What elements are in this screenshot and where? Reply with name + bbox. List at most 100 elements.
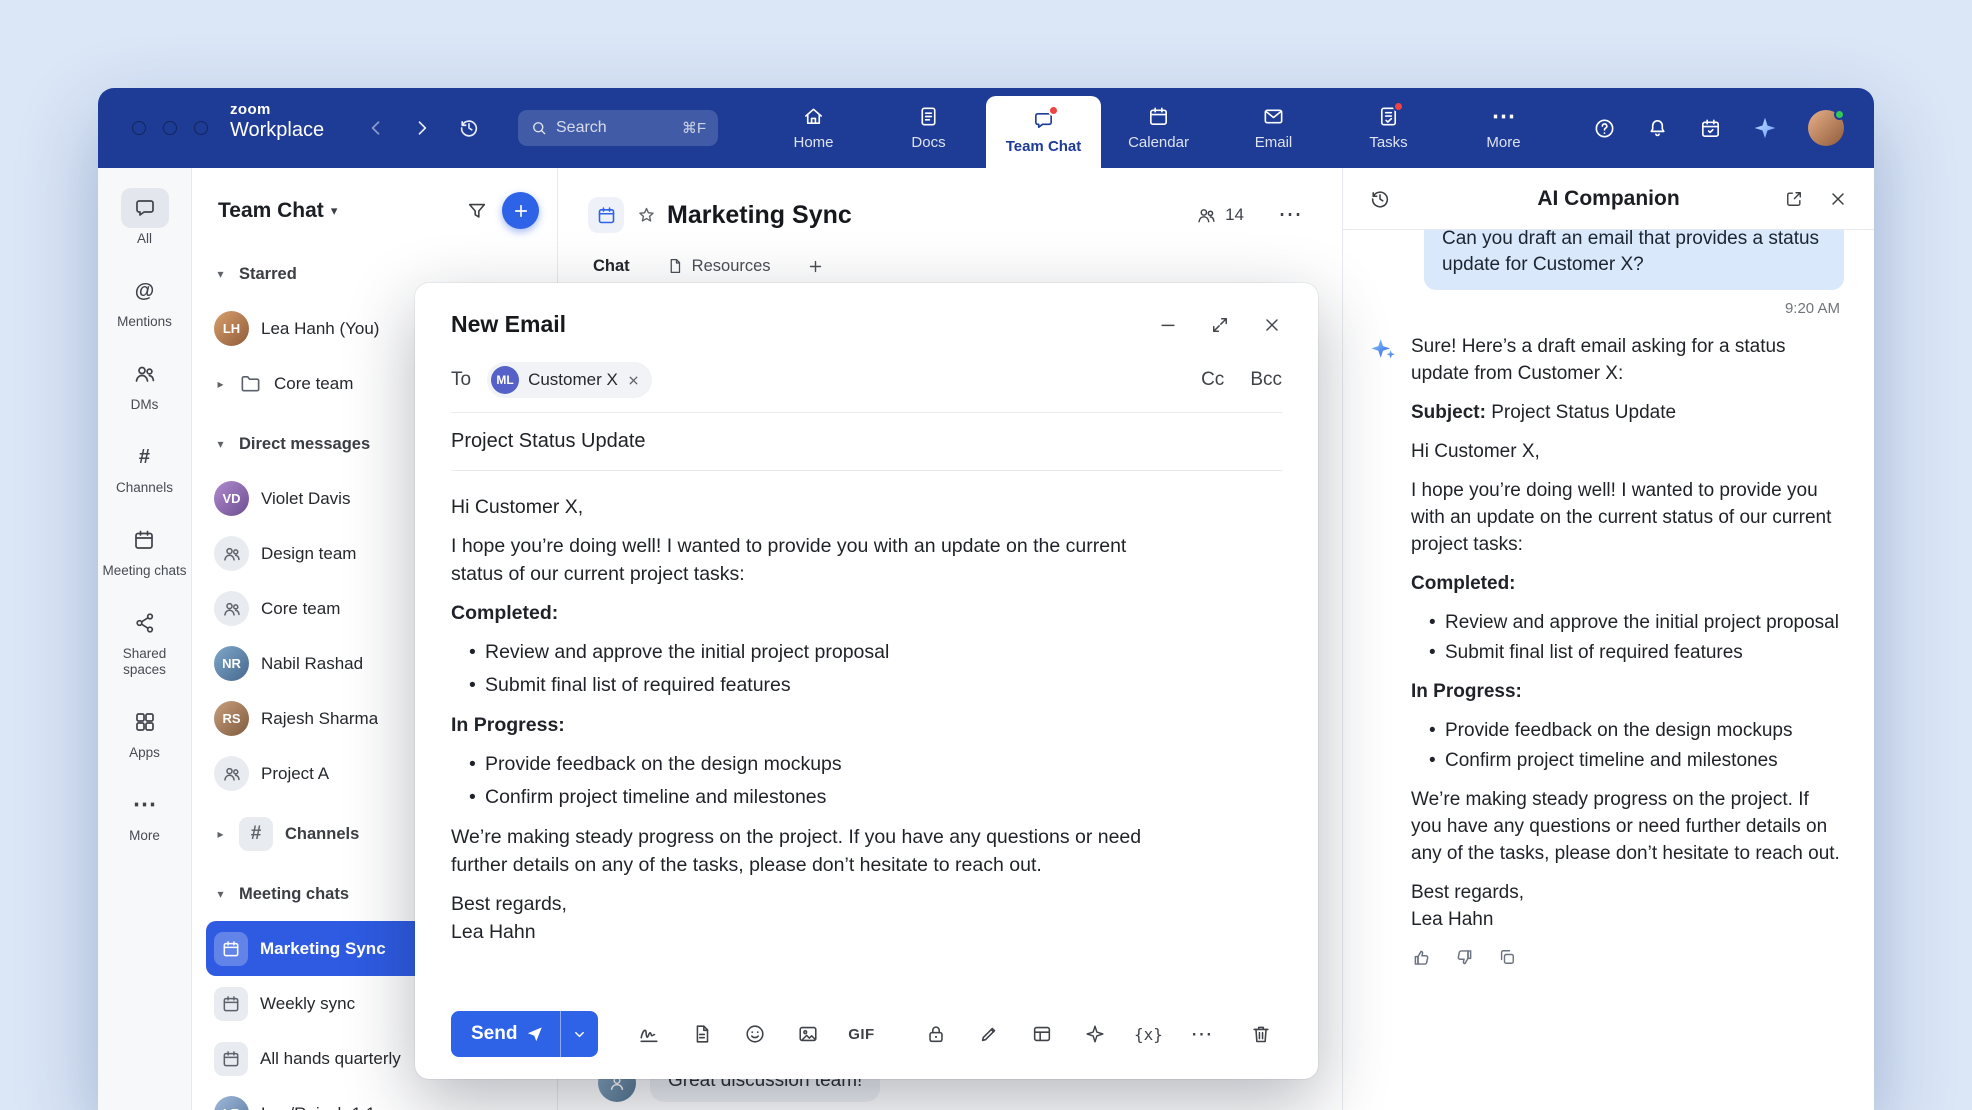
- layout-icon[interactable]: [1021, 1013, 1063, 1055]
- ai-conversation-scroll[interactable]: Can you draft an email that provides a s…: [1343, 230, 1874, 1110]
- help-icon[interactable]: [1593, 117, 1616, 140]
- ai-close-icon[interactable]: [1828, 189, 1848, 209]
- notifications-icon[interactable]: [1646, 117, 1669, 140]
- copy-icon[interactable]: [1497, 947, 1517, 968]
- chevron-down-icon: ▾: [214, 437, 227, 451]
- recipient-avatar: ML: [491, 366, 519, 394]
- lock-icon[interactable]: [915, 1013, 957, 1055]
- ai-companion-icon[interactable]: [1752, 115, 1778, 141]
- body-signoff: Best regards, Lea Hahn: [451, 890, 1151, 946]
- pencil-icon[interactable]: [968, 1013, 1010, 1055]
- cc-button[interactable]: Cc: [1201, 369, 1224, 391]
- recipient-chip[interactable]: ML Customer X: [487, 362, 652, 398]
- home-icon: [802, 105, 825, 129]
- history-nav: [366, 88, 480, 168]
- window-close-button[interactable]: [132, 121, 146, 135]
- composer-header: New Email: [415, 283, 1318, 338]
- folder-icon: [239, 372, 262, 395]
- left-rail: All @ Mentions DMs # Channels Meeting: [98, 168, 192, 1110]
- docs-icon: [917, 105, 940, 129]
- rail-item-apps[interactable]: Apps: [121, 702, 169, 761]
- ai-panel-header: AI Companion: [1343, 168, 1874, 230]
- nav-tab-calendar[interactable]: Calendar: [1101, 88, 1216, 168]
- members-button[interactable]: 14: [1196, 205, 1244, 226]
- bcc-button[interactable]: Bcc: [1250, 369, 1282, 391]
- template-icon[interactable]: [681, 1013, 723, 1055]
- rail-item-mentions[interactable]: @ Mentions: [117, 271, 172, 330]
- ai-history-icon[interactable]: [1369, 188, 1391, 210]
- rail-item-more[interactable]: ⋯ More: [121, 785, 169, 844]
- to-field[interactable]: To ML Customer X Cc Bcc: [451, 362, 1282, 413]
- ai-greeting: Hi Customer X,: [1411, 438, 1844, 465]
- ai-closing: We’re making steady progress on the proj…: [1411, 786, 1844, 867]
- forward-button[interactable]: [412, 118, 432, 138]
- chat-title: Marketing Sync: [667, 201, 852, 230]
- email-body-editor[interactable]: Hi Customer X, I hope you’re doing well!…: [451, 493, 1151, 946]
- chat-list-title[interactable]: Team Chat: [218, 199, 324, 223]
- delete-draft-icon[interactable]: [1240, 1013, 1282, 1055]
- remove-recipient-icon[interactable]: [627, 374, 640, 387]
- close-icon[interactable]: [1262, 315, 1282, 335]
- thumbs-down-icon[interactable]: [1454, 947, 1475, 968]
- signature-icon[interactable]: [628, 1013, 670, 1055]
- ai-response-text: Sure! Here’s a draft email asking for a …: [1411, 333, 1844, 933]
- send-button[interactable]: Send: [451, 1011, 560, 1057]
- window-controls: [132, 121, 208, 135]
- window-zoom-button[interactable]: [194, 121, 208, 135]
- minimize-icon[interactable]: [1158, 315, 1178, 335]
- inprogress-list: Provide feedback on the design mockups C…: [451, 750, 1151, 811]
- nav-tab-team-chat[interactable]: Team Chat: [986, 96, 1101, 168]
- user-avatar[interactable]: [1808, 110, 1844, 146]
- chatlist-item-lea-raj[interactable]: LR Lea/Rajesh 1:1: [206, 1086, 543, 1110]
- rail-item-shared-spaces[interactable]: Shared spaces: [102, 603, 188, 678]
- search-input[interactable]: [556, 119, 674, 137]
- rail-item-all[interactable]: All: [121, 188, 169, 247]
- filter-button[interactable]: [466, 200, 488, 222]
- nav-tab-home[interactable]: Home: [756, 88, 871, 168]
- nav-tab-email[interactable]: Email: [1216, 88, 1331, 168]
- thumbs-up-icon[interactable]: [1411, 947, 1432, 968]
- emoji-icon[interactable]: [734, 1013, 776, 1055]
- nav-tab-tasks[interactable]: Tasks: [1331, 88, 1446, 168]
- group-icon: [214, 756, 249, 791]
- chat-more-button[interactable]: ⋯: [1278, 203, 1302, 227]
- rail-item-meeting-chats[interactable]: Meeting chats: [102, 520, 186, 579]
- window-minimize-button[interactable]: [163, 121, 177, 135]
- email-icon: [1262, 105, 1285, 129]
- variable-icon[interactable]: {x}: [1127, 1013, 1169, 1055]
- ai-popout-icon[interactable]: [1784, 189, 1804, 209]
- tab-resources[interactable]: Resources: [666, 257, 771, 276]
- status-dot: [1834, 109, 1845, 120]
- nav-tab-more[interactable]: ⋯ More: [1446, 88, 1561, 168]
- calendar-quick-icon[interactable]: [1699, 117, 1722, 140]
- avatar: RS: [214, 701, 249, 736]
- calendar-icon: [1147, 105, 1170, 129]
- send-options-button[interactable]: [560, 1011, 598, 1057]
- search-bar[interactable]: ⌘F: [518, 110, 718, 146]
- rail-item-channels[interactable]: # Channels: [116, 437, 173, 496]
- favorite-star-icon[interactable]: [636, 205, 657, 226]
- tab-chat[interactable]: Chat: [593, 257, 630, 276]
- image-icon[interactable]: [787, 1013, 829, 1055]
- ai-sparkle-outline-icon[interactable]: [1074, 1013, 1116, 1055]
- chat-list-header: Team Chat ▾: [192, 168, 557, 241]
- avatar: LH: [214, 311, 249, 346]
- toolbar-more-icon[interactable]: ⋯: [1180, 1013, 1222, 1055]
- paper-plane-icon: [526, 1025, 544, 1043]
- completed-list: Review and approve the initial project p…: [451, 638, 1151, 699]
- new-chat-button[interactable]: [502, 192, 539, 229]
- rail-more-icon: ⋯: [121, 785, 169, 825]
- team-chat-icon: [1032, 109, 1055, 133]
- back-button[interactable]: [366, 118, 386, 138]
- body-inprogress-label: In Progress:: [451, 711, 1151, 739]
- history-icon[interactable]: [458, 117, 480, 139]
- expand-icon[interactable]: [1210, 315, 1230, 335]
- add-tab-button[interactable]: [807, 258, 824, 275]
- subject-input[interactable]: Project Status Update: [451, 413, 1282, 471]
- nav-tab-docs[interactable]: Docs: [871, 88, 986, 168]
- gif-icon[interactable]: GIF: [840, 1013, 882, 1055]
- rail-item-dms[interactable]: DMs: [121, 354, 169, 413]
- app-header: zoom Workplace ⌘F: [98, 88, 1874, 168]
- all-chats-icon: [121, 188, 169, 228]
- chevron-down-icon: ▾: [214, 887, 227, 901]
